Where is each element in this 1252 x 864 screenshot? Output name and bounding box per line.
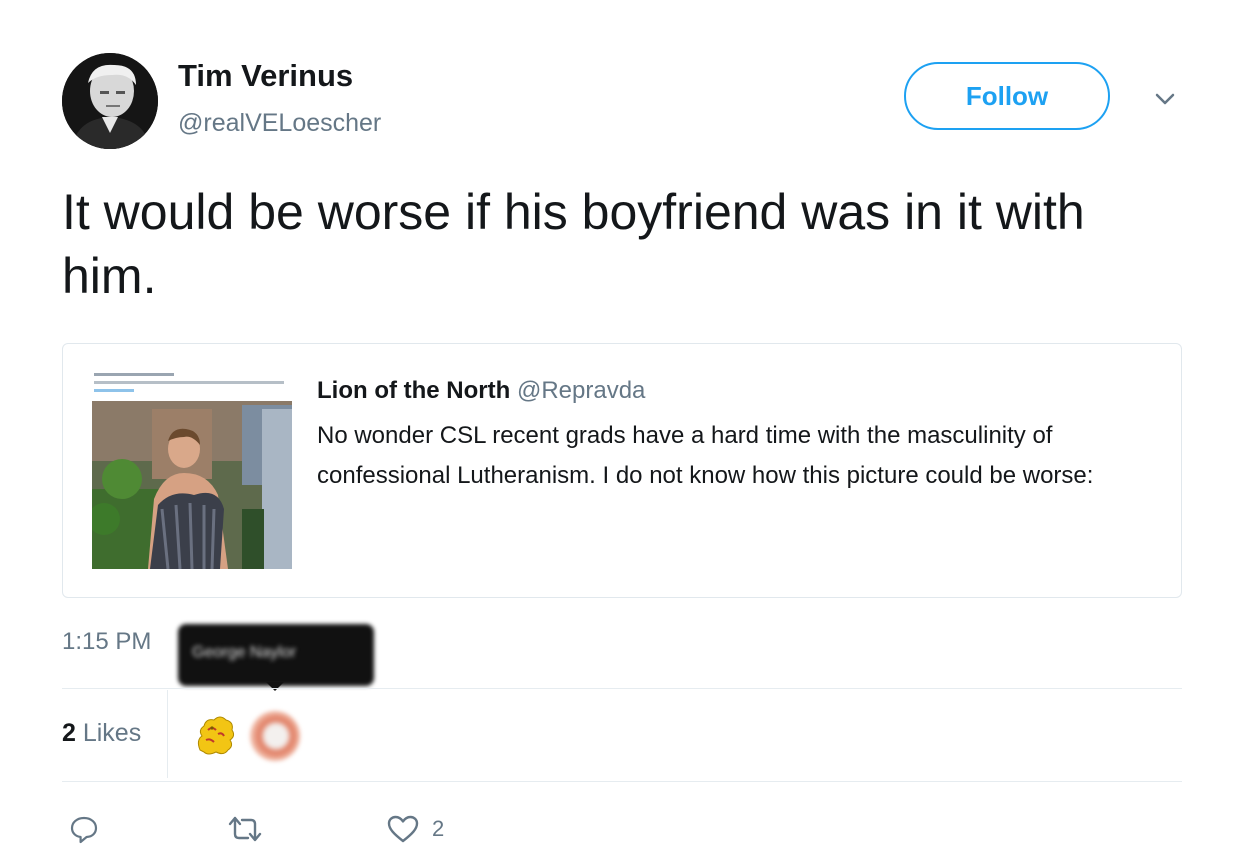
liker-avatar-blurred[interactable]: [250, 711, 300, 761]
follow-button[interactable]: Follow: [904, 62, 1110, 130]
quoted-tweet-author[interactable]: Lion of the North @Repravda: [317, 377, 645, 405]
likes-count[interactable]: 2 Likes: [62, 719, 141, 748]
tweet-text: It would be worse if his boyfriend was i…: [62, 184, 1085, 304]
chevron-down-icon[interactable]: [1152, 88, 1178, 110]
liker-tooltip-text: George Naylor: [192, 644, 297, 661]
liker-tooltip-arrow: [266, 682, 284, 691]
tweet-timestamp[interactable]: 1:15 PM: [62, 628, 151, 656]
author-handle[interactable]: @realVELoescher: [178, 109, 381, 138]
liker-avatar-lion[interactable]: [190, 710, 240, 760]
like-button[interactable]: 2: [386, 812, 444, 846]
author-avatar[interactable]: [62, 53, 158, 149]
author-name[interactable]: Tim Verinus: [178, 58, 353, 94]
retweet-icon: [226, 814, 264, 844]
heart-icon: [386, 814, 420, 844]
quoted-tweet-author-handle[interactable]: @Repravda: [517, 377, 645, 404]
likes-count-number: 2: [62, 719, 76, 747]
divider-vertical: [167, 690, 168, 778]
quoted-tweet-text: No wonder CSL recent grads have a hard t…: [317, 422, 1094, 489]
reply-icon: [68, 813, 100, 845]
quoted-tweet-thumbnail[interactable]: [92, 369, 292, 569]
like-count: 2: [432, 816, 445, 841]
divider: [62, 781, 1182, 782]
quoted-tweet-card[interactable]: Lion of the North @Repravda No wonder CS…: [62, 343, 1182, 598]
quoted-tweet-author-name[interactable]: Lion of the North: [317, 377, 510, 404]
likes-count-label: Likes: [75, 719, 142, 747]
retweet-button[interactable]: [226, 812, 264, 846]
divider: [62, 688, 1182, 689]
reply-button[interactable]: [68, 812, 100, 846]
